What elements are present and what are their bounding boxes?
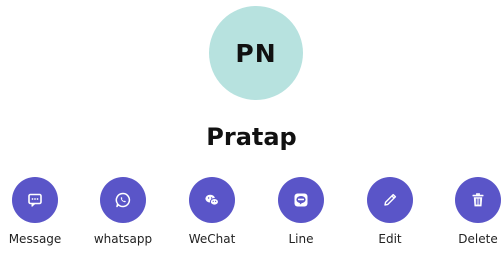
message-button[interactable]: Message	[0, 177, 72, 249]
line-button[interactable]: Line	[264, 177, 338, 249]
message-icon	[28, 193, 42, 207]
edit-button[interactable]: Edit	[353, 177, 427, 249]
pencil-icon	[384, 193, 397, 206]
edit-label: Edit	[378, 232, 402, 246]
wechat-label: WeChat	[188, 232, 236, 246]
line-icon	[294, 193, 308, 207]
whatsapp-button[interactable]: whatsapp	[86, 177, 160, 249]
delete-label: Delete	[458, 232, 498, 246]
message-label: Message	[8, 232, 62, 246]
delete-button[interactable]: Delete	[441, 177, 503, 249]
delete-button-circle[interactable]	[455, 177, 501, 223]
whatsapp-label: whatsapp	[93, 232, 153, 246]
wechat-icon	[205, 194, 219, 206]
message-button-circle[interactable]	[12, 177, 58, 223]
line-button-circle[interactable]	[278, 177, 324, 223]
wechat-button-circle[interactable]	[189, 177, 235, 223]
edit-button-circle[interactable]	[367, 177, 413, 223]
avatar-initials: PN	[235, 38, 277, 68]
avatar: PN	[209, 6, 303, 100]
whatsapp-icon	[115, 192, 131, 208]
wechat-button[interactable]: WeChat	[175, 177, 249, 249]
whatsapp-button-circle[interactable]	[100, 177, 146, 223]
contact-name: Pratap	[206, 123, 297, 151]
line-label: Line	[288, 232, 314, 246]
trash-icon	[472, 193, 484, 207]
action-bar: Message whatsapp WeChat Line Edit Delete	[0, 177, 503, 249]
